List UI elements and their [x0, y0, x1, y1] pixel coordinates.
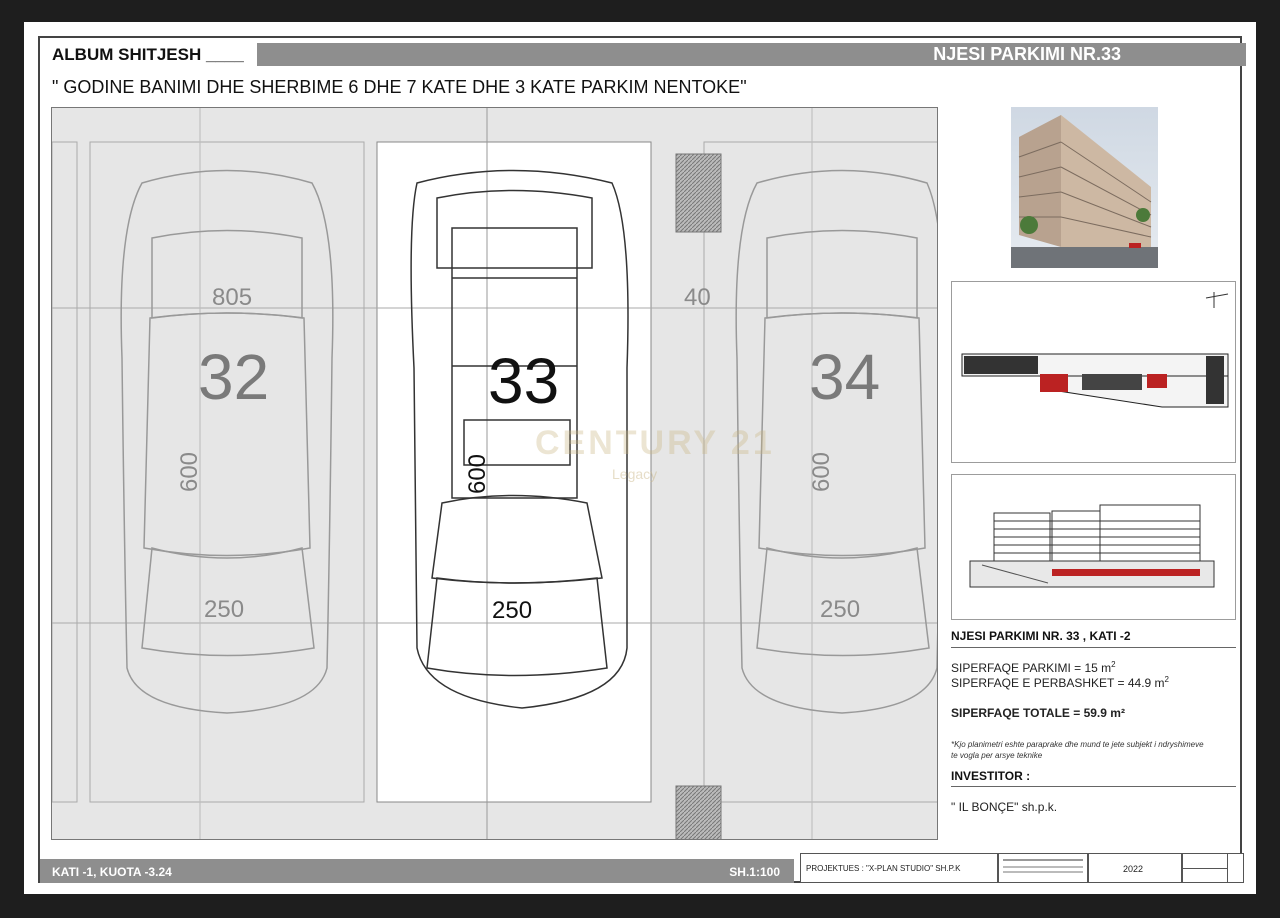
investor-label: INVESTITOR : [951, 769, 1031, 783]
width-label-34: 250 [820, 596, 861, 623]
title-bar: NJESI PARKIMI NR.33 [257, 43, 1246, 66]
scale-label: SH.1:100 [729, 865, 780, 879]
stamp-box [998, 853, 1088, 883]
designer-box: PROJEKTUES : "X-PLAN STUDIO" SH.P.K [800, 853, 998, 883]
shared-area: SIPERFAQE E PERBASHKET = 44.9 m2 [951, 675, 1169, 690]
note-line-2: te vogla per arsye teknike [951, 751, 1043, 760]
shared-area-sup: 2 [1164, 675, 1169, 684]
footer-bar: KATI -1, KUOTA -3.24 SH.1:100 [40, 859, 794, 883]
note-line-1: *Kjo planimetri eshte paraprake dhe mund… [951, 740, 1204, 749]
sheet-number-box [1182, 853, 1244, 883]
divider [951, 647, 1236, 648]
parking-area-text: SIPERFAQE PARKIMI = 15 m [951, 661, 1112, 675]
key-plan [951, 281, 1236, 463]
building-rendering [1011, 107, 1158, 268]
length-label-34: 600 [808, 451, 836, 493]
shared-area-text: SIPERFAQE E PERBASHKET = 44.9 m [951, 676, 1165, 690]
parking-area-sup: 2 [1111, 660, 1116, 669]
unit-info-heading: NJESI PARKIMI NR. 33 , KATI -2 [951, 629, 1131, 643]
building-section [951, 474, 1236, 620]
space-number-32: 32 [198, 341, 270, 413]
investor-name: " IL BONÇE" sh.p.k. [951, 800, 1058, 814]
dimension-805: 805 [212, 284, 253, 311]
width-label-32: 250 [204, 596, 245, 623]
designer-label: PROJEKTUES : "X-PLAN STUDIO" SH.P.K [806, 864, 961, 873]
total-area: SIPERFAQE TOTALE = 59.9 m² [951, 706, 1125, 720]
project-subtitle: " GODINE BANIMI DHE SHERBIME 6 DHE 7 KAT… [52, 77, 747, 97]
year-label: 2022 [1123, 864, 1144, 874]
album-title: ALBUM SHITJESH ____ [52, 45, 244, 64]
gap-label: 40 [684, 284, 711, 311]
watermark-subtitle: Legacy [612, 466, 658, 482]
space-number-34: 34 [809, 341, 881, 413]
floor-label: KATI -1, KUOTA -3.24 [52, 865, 172, 879]
unit-title: NJESI PARKIMI NR.33 [933, 44, 1121, 64]
year-box: 2022 [1088, 853, 1182, 883]
watermark: CENTURY 21 [535, 424, 775, 462]
divider [951, 786, 1236, 787]
parking-area: SIPERFAQE PARKIMI = 15 m2 [951, 660, 1116, 675]
length-label-33: 600 [464, 453, 492, 495]
car-outline-32 [120, 169, 334, 714]
width-label-33: 250 [492, 597, 533, 624]
parking-plan: 805 32 600 250 33 600 250 40 34 600 250 [51, 107, 938, 840]
space-number-33: 33 [488, 345, 560, 417]
length-label-32: 600 [176, 451, 204, 493]
